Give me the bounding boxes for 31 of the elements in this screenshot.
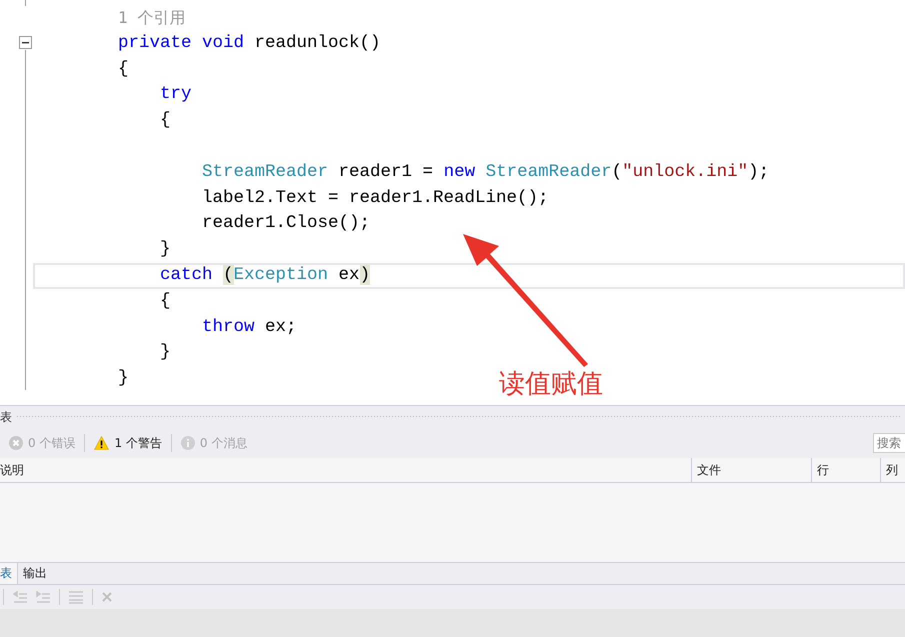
indent-icon[interactable]	[36, 591, 50, 603]
filter-button[interactable]: 1 个警告	[91, 432, 165, 454]
panel-title: 表	[0, 408, 12, 426]
code-line: }	[160, 239, 171, 260]
annotation-text: 读值赋值	[499, 368, 603, 401]
info-icon	[180, 436, 195, 450]
warning-icon	[94, 436, 110, 450]
panel-tab[interactable]: 表	[0, 563, 18, 584]
code-line: {	[118, 58, 129, 79]
code-line: }	[118, 368, 129, 388]
code-line: }	[160, 342, 171, 362]
panel-tab[interactable]: 输出	[18, 563, 52, 584]
search-field[interactable]: 搜索	[873, 433, 905, 453]
code-line: private void readunlock()	[118, 32, 381, 53]
error-icon	[9, 436, 23, 450]
code-line: {	[160, 290, 171, 311]
code-line: throw ex;	[202, 316, 297, 337]
close-icon[interactable]	[102, 592, 112, 602]
list-icon[interactable]	[69, 590, 83, 604]
column-header[interactable]: 列	[880, 458, 905, 482]
column-header[interactable]: 文件	[691, 458, 811, 482]
column-header[interactable]: 行	[811, 458, 880, 482]
code-line: try	[160, 84, 192, 104]
code-line: label2.Text = reader1.ReadLine();	[202, 188, 549, 208]
column-header[interactable]: 说明	[0, 458, 691, 482]
outdent-icon[interactable]	[13, 591, 27, 603]
collapse-icon[interactable]	[19, 36, 32, 49]
code-line: catch (Exception ex)	[160, 264, 370, 285]
code-line: StreamReader reader1 = new StreamReader("unlock.ini");	[202, 162, 770, 182]
code-line: {	[160, 110, 171, 130]
code-line: reader1.Close();	[202, 213, 370, 234]
